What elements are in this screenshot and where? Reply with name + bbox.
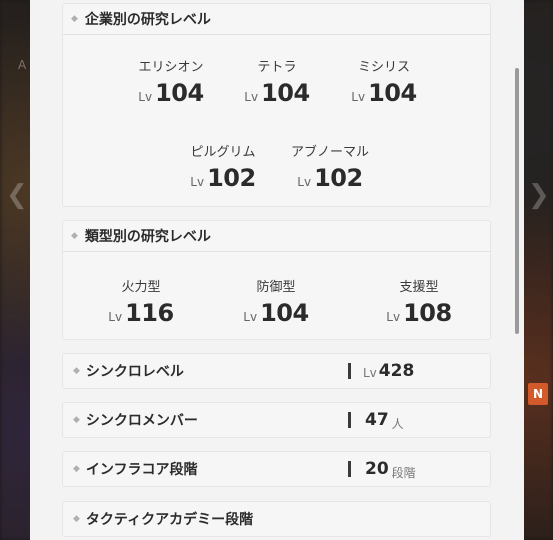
company-name: ピルグリム (190, 145, 256, 160)
level-prefix: Lv (190, 175, 205, 189)
diamond-bullet-icon: ◆ (73, 464, 80, 474)
type-stat-defender: 防御型 Lv 104 (221, 276, 331, 327)
company-level: 102 (207, 164, 256, 192)
stat-divider (348, 461, 351, 477)
stat-value-wrap: 47 人 (363, 403, 404, 437)
stat-label: インフラコア段階 (85, 462, 198, 478)
stat-row-label-wrap: ◆ タクティクアカデミー段階 (73, 502, 253, 536)
stat-row-synchro-level: ◆ シンクロレベル Lv 428 (62, 353, 491, 389)
diamond-bullet-icon: ◆ (73, 514, 80, 524)
company-stat-pilgrim: ピルグリム Lv 102 (168, 141, 278, 192)
company-name: ミシリス (357, 60, 410, 75)
level-prefix: Lv (243, 310, 258, 324)
company-research-header: ◆ 企業別の研究レベル (63, 4, 490, 35)
company-stat-elysion: エリシオン Lv 104 (116, 56, 226, 107)
chevron-right-icon: ❯ (528, 180, 550, 210)
diamond-bullet-icon: ◆ (73, 415, 80, 425)
company-stat-tetra: テトラ Lv 104 (222, 56, 332, 107)
chevron-left-icon: ❮ (6, 180, 28, 210)
company-level: 104 (261, 79, 310, 107)
stat-divider (348, 412, 351, 428)
stat-row-label-wrap: ◆ インフラコア段階 (73, 452, 198, 486)
company-name: エリシオン (138, 60, 204, 75)
type-level: 104 (260, 299, 309, 327)
type-research-header: ◆ 類型別の研究レベル (63, 221, 490, 252)
type-name: 防御型 (256, 280, 296, 295)
company-level: 104 (368, 79, 417, 107)
stat-value: 428 (378, 361, 415, 381)
company-stat-missilis: ミシリス Lv 104 (329, 56, 439, 107)
stat-label: シンクロレベル (85, 364, 184, 380)
level-prefix: Lv (138, 90, 153, 104)
stat-value-wrap: Lv 428 (363, 354, 417, 388)
background-badge: N (528, 383, 548, 405)
type-level: 116 (125, 299, 174, 327)
type-name: 支援型 (399, 280, 439, 295)
stat-row-tactic-academy: ◆ タクティクアカデミー段階 (62, 501, 491, 537)
company-name: テトラ (257, 60, 297, 75)
level-prefix: Lv (244, 90, 259, 104)
diamond-bullet-icon: ◆ (71, 14, 78, 24)
diamond-bullet-icon: ◆ (73, 366, 80, 376)
type-level: 108 (403, 299, 452, 327)
stat-value: 20 (365, 459, 389, 479)
company-level: 104 (155, 79, 204, 107)
panel-scrollbar[interactable] (515, 68, 519, 334)
stat-value-wrap: 20 段階 (363, 452, 416, 486)
level-prefix: Lv (108, 310, 123, 324)
stat-label: タクティクアカデミー段階 (85, 512, 254, 528)
stat-prefix: Lv (363, 366, 377, 380)
stat-label: シンクロメンバー (85, 413, 198, 429)
stat-suffix: 人 (391, 416, 404, 431)
diamond-bullet-icon: ◆ (71, 231, 78, 241)
company-stat-abnormal: アブノーマル Lv 102 (275, 141, 385, 192)
stat-row-label-wrap: ◆ シンクロレベル (73, 354, 184, 388)
type-research-section: ◆ 類型別の研究レベル 火力型 Lv 116 防御型 Lv 104 支援型 Lv 10… (62, 220, 491, 340)
stat-row-infracore: ◆ インフラコア段階 20 段階 (62, 451, 491, 487)
company-research-title: 企業別の研究レベル (84, 12, 211, 28)
level-prefix: Lv (297, 175, 312, 189)
stat-suffix: 段階 (391, 465, 416, 480)
stat-row-synchro-members: ◆ シンクロメンバー 47 人 (62, 402, 491, 438)
stat-divider (348, 363, 351, 379)
background-text: A (18, 58, 27, 72)
level-prefix: Lv (386, 310, 401, 324)
stat-value: 47 (365, 410, 389, 430)
company-name: アブノーマル (290, 145, 369, 160)
type-research-title: 類型別の研究レベル (84, 229, 211, 245)
company-level: 102 (314, 164, 363, 192)
type-stat-firepower: 火力型 Lv 116 (86, 276, 196, 327)
company-research-section: ◆ 企業別の研究レベル エリシオン Lv 104 テトラ Lv 104 ミシリス L… (62, 3, 491, 207)
level-prefix: Lv (351, 90, 366, 104)
type-name: 火力型 (121, 280, 161, 295)
stat-row-label-wrap: ◆ シンクロメンバー (73, 403, 198, 437)
type-stat-supporter: 支援型 Lv 108 (364, 276, 474, 327)
